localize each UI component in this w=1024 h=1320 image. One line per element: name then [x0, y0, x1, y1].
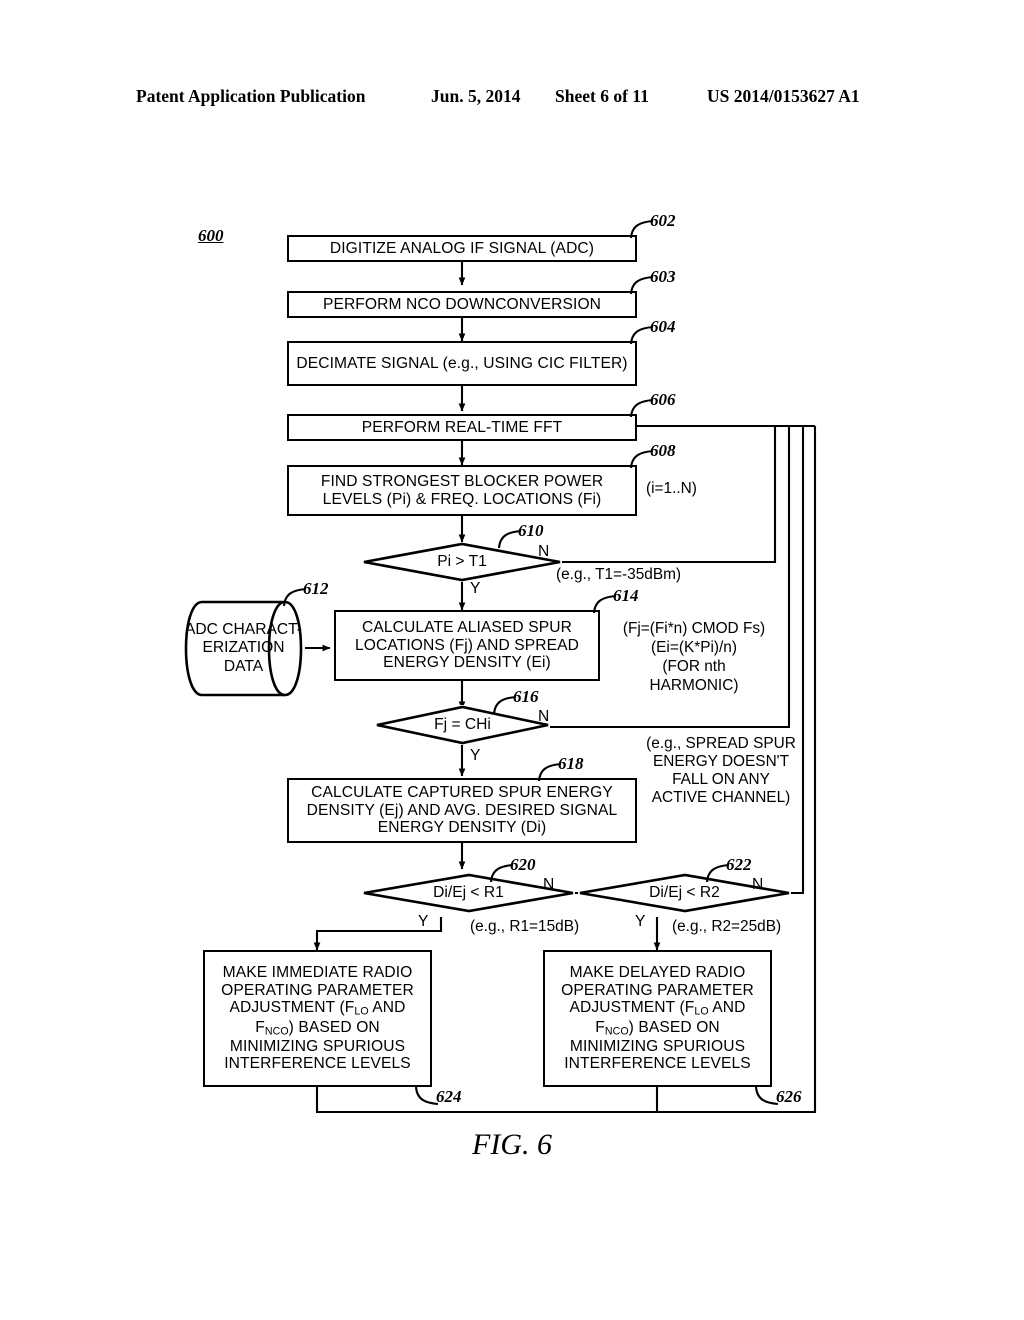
branch-620-yes: Y: [418, 913, 429, 930]
annotation-formula-ei: (Ei=(K*Pi)/n): [651, 639, 737, 656]
decision-610-pi-greater-t1[interactable]: Pi > T1: [362, 542, 562, 582]
data-store-612-adc-characterization[interactable]: ADC CHARACT-ERIZATION DATA: [182, 600, 305, 697]
branch-610-no: N: [538, 543, 550, 560]
annotation-t1-example: (e.g., T1=-35dBm): [556, 566, 682, 583]
step-624-label: MAKE IMMEDIATE RADIO OPERATING PARAMETER…: [221, 964, 414, 1073]
step-602-digitize-analog-if[interactable]: DIGITIZE ANALOG IF SIGNAL (ADC): [287, 235, 637, 262]
step-603-label: PERFORM NCO DOWNCONVERSION: [322, 295, 602, 313]
data-store-612-label: ADC CHARACT-ERIZATION DATA: [185, 621, 302, 675]
step-618-calculate-captured-spur-energy[interactable]: CALCULATE CAPTURED SPUR ENERGY DENSITY (…: [287, 778, 637, 843]
step-602-label: DIGITIZE ANALOG IF SIGNAL (ADC): [329, 239, 595, 257]
step-614-label: CALCULATE ALIASED SPUR LOCATIONS (Fj) AN…: [354, 619, 580, 672]
ref-numeral-624: 624: [436, 1087, 462, 1106]
ref-numeral-614: 614: [613, 586, 639, 605]
ref-numeral-612: 612: [303, 579, 329, 598]
ref-numeral-603: 603: [650, 267, 676, 286]
step-618-label: CALCULATE CAPTURED SPUR ENERGY DENSITY (…: [306, 784, 618, 837]
annotation-formula-for-nth: (FOR nth: [662, 658, 726, 675]
annotation-r2-example: (e.g., R2=25dB): [672, 918, 782, 935]
step-604-label: DECIMATE SIGNAL (e.g., USING CIC FILTER): [296, 354, 628, 372]
ref-numeral-620: 620: [510, 855, 536, 874]
step-608-label: FIND STRONGEST BLOCKER POWER LEVELS (Pi)…: [320, 473, 604, 508]
ref-numeral-604: 604: [650, 317, 676, 336]
step-626-make-delayed-adjustment[interactable]: MAKE DELAYED RADIO OPERATING PARAMETER A…: [543, 950, 772, 1087]
step-624-make-immediate-adjustment[interactable]: MAKE IMMEDIATE RADIO OPERATING PARAMETER…: [203, 950, 432, 1087]
ref-numeral-602: 602: [650, 211, 676, 230]
annotation-index-range: (i=1..N): [646, 480, 697, 497]
step-608-find-strongest-blocker[interactable]: FIND STRONGEST BLOCKER POWER LEVELS (Pi)…: [287, 465, 637, 516]
ref-numeral-618: 618: [558, 754, 584, 773]
branch-616-yes: Y: [470, 747, 481, 764]
ref-numeral-616: 616: [513, 687, 539, 706]
ref-numeral-608: 608: [650, 441, 676, 460]
figure-caption: FIG. 6: [472, 1128, 552, 1161]
step-626-label: MAKE DELAYED RADIO OPERATING PARAMETER A…: [561, 964, 754, 1073]
ref-numeral-610: 610: [518, 521, 544, 540]
annotation-spur-note: (e.g., SPREAD SPUR ENERGY DOESN'T FALL O…: [646, 735, 796, 806]
annotation-r1-example: (e.g., R1=15dB): [470, 918, 580, 935]
step-606-perform-real-time-fft[interactable]: PERFORM REAL-TIME FFT: [287, 414, 637, 441]
branch-620-no: N: [543, 876, 555, 893]
decision-616-label: Fj = CHi: [434, 716, 491, 733]
step-606-label: PERFORM REAL-TIME FFT: [361, 418, 563, 436]
step-604-decimate-signal[interactable]: DECIMATE SIGNAL (e.g., USING CIC FILTER): [287, 341, 637, 386]
ref-numeral-626: 626: [776, 1087, 802, 1106]
annotation-formula-harmonic: HARMONIC): [649, 677, 739, 694]
decision-610-label: Pi > T1: [437, 553, 487, 570]
branch-622-yes: Y: [635, 913, 646, 930]
figure-ref-600: 600: [198, 226, 224, 245]
step-614-calculate-aliased-spur[interactable]: CALCULATE ALIASED SPUR LOCATIONS (Fj) AN…: [334, 610, 600, 681]
flowchart-figure-6: 600 DIGITIZE ANALOG IF SIGNAL (ADC) 602 …: [0, 0, 1024, 1320]
step-603-perform-nco-downconversion[interactable]: PERFORM NCO DOWNCONVERSION: [287, 291, 637, 318]
branch-610-yes: Y: [470, 580, 481, 597]
branch-616-no: N: [538, 708, 550, 725]
ref-numeral-622: 622: [726, 855, 752, 874]
annotation-formula-fj: (Fj=(Fi*n) CMOD Fs): [622, 620, 766, 637]
ref-numeral-606: 606: [650, 390, 676, 409]
decision-616-fj-equals-chi[interactable]: Fj = CHi: [375, 705, 550, 745]
branch-622-no: N: [752, 876, 764, 893]
